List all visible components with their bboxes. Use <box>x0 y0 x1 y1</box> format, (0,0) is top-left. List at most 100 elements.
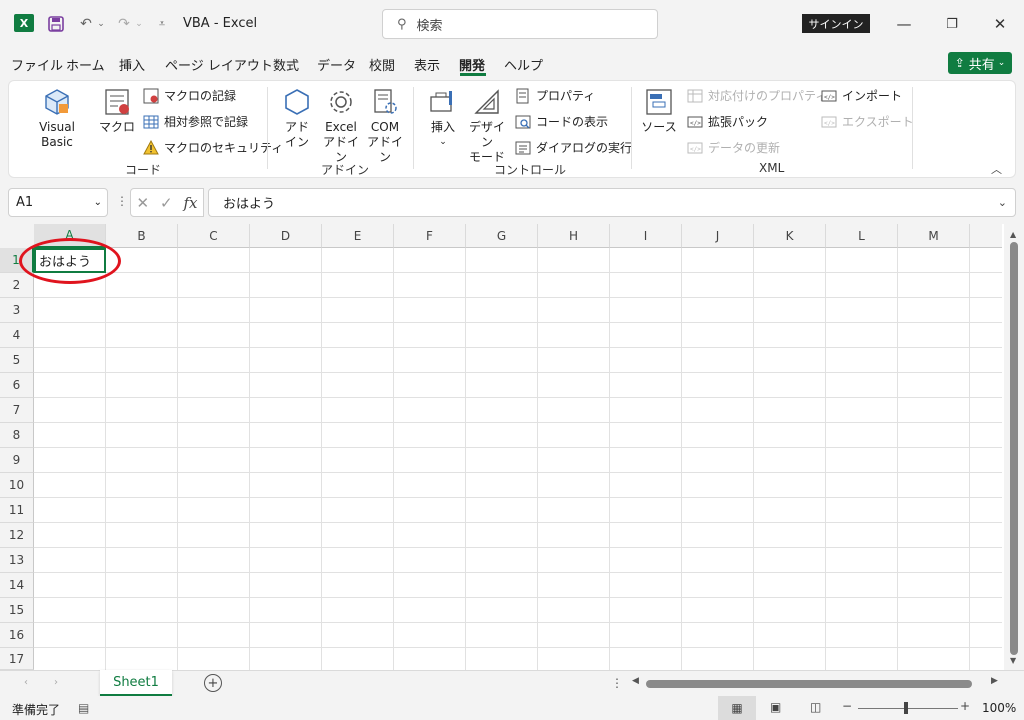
cell-area[interactable] <box>34 248 1002 670</box>
column-header[interactable]: K <box>754 224 826 248</box>
row-header[interactable]: 15 <box>0 598 34 623</box>
row-header[interactable]: 12 <box>0 523 34 548</box>
close-icon[interactable]: ✕ <box>988 12 1012 36</box>
scroll-left-icon[interactable]: ◀ <box>632 676 639 686</box>
next-sheet-icon[interactable]: › <box>54 677 58 688</box>
accessibility-icon[interactable]: ▤ <box>78 701 89 715</box>
insert-control-button[interactable]: 挿入 ⌄ <box>425 87 461 150</box>
sheet-tab[interactable]: Sheet1 <box>100 670 172 696</box>
tab-split-handle-icon[interactable]: ⋮ <box>611 676 623 690</box>
view-code-button[interactable]: コードの表示 <box>515 113 608 130</box>
row-header[interactable]: 5 <box>0 348 34 373</box>
column-header[interactable]: L <box>826 224 898 248</box>
zoom-in-icon[interactable]: + <box>960 699 970 713</box>
add-sheet-icon[interactable]: + <box>204 674 222 692</box>
page-break-view-icon[interactable]: ◫ <box>810 700 821 714</box>
column-header[interactable]: B <box>106 224 178 248</box>
row-header[interactable]: 14 <box>0 573 34 598</box>
macro-button[interactable]: マクロ <box>99 87 135 135</box>
tab-insert[interactable]: 挿入 <box>119 55 145 74</box>
xml-export-button[interactable]: </> エクスポート <box>821 113 914 130</box>
column-header[interactable]: H <box>538 224 610 248</box>
design-mode-button[interactable]: デザイン モード <box>465 87 509 165</box>
collapse-ribbon-icon[interactable]: ︿ <box>991 161 1002 177</box>
scroll-down-icon[interactable]: ▼ <box>1010 656 1016 665</box>
normal-view-icon[interactable]: ▦ <box>718 696 756 720</box>
properties-button[interactable]: プロパティ <box>515 87 595 104</box>
scroll-right-icon[interactable]: ▶ <box>991 676 998 686</box>
xml-source-button[interactable]: ソース <box>641 87 677 135</box>
vertical-scroll-thumb[interactable] <box>1010 242 1018 655</box>
tab-formulas[interactable]: 数式 <box>273 55 299 74</box>
insert-function-icon[interactable]: fx <box>184 194 198 212</box>
column-header[interactable]: M <box>898 224 970 248</box>
row-header[interactable]: 7 <box>0 398 34 423</box>
zoom-level[interactable]: 100% <box>982 701 1016 715</box>
expand-formula-icon[interactable]: ⌄ <box>998 196 1007 209</box>
row-header[interactable]: 9 <box>0 448 34 473</box>
expansion-packs-button[interactable]: </> 拡張パック <box>687 113 768 130</box>
com-addins-button[interactable]: COM アドイン <box>365 87 405 165</box>
signin-button[interactable]: サインイン <box>802 14 870 33</box>
search-input[interactable]: ⚲ 検索 <box>382 9 658 39</box>
row-header[interactable]: 4 <box>0 323 34 348</box>
cancel-icon[interactable]: ✕ <box>136 194 149 212</box>
column-header[interactable]: E <box>322 224 394 248</box>
column-header[interactable]: D <box>250 224 322 248</box>
restore-icon[interactable]: ❐ <box>940 12 964 36</box>
tab-review[interactable]: 校閲 <box>369 55 395 74</box>
zoom-slider-track[interactable] <box>858 708 958 709</box>
row-header[interactable]: 2 <box>0 273 34 298</box>
tab-developer[interactable]: 開発 <box>459 55 485 74</box>
redo-dropdown-icon[interactable]: ⌄ <box>134 14 144 34</box>
zoom-slider-thumb[interactable] <box>904 702 908 714</box>
tab-data[interactable]: データ <box>317 55 356 74</box>
column-header[interactable]: J <box>682 224 754 248</box>
tab-view[interactable]: 表示 <box>414 55 440 74</box>
more-options-icon[interactable]: ⋮ <box>116 194 128 208</box>
row-header[interactable]: 13 <box>0 548 34 573</box>
tab-help[interactable]: ヘルプ <box>504 55 543 74</box>
visual-basic-button[interactable]: Visual Basic <box>23 87 91 150</box>
undo-icon[interactable]: ↶ <box>76 14 96 34</box>
row-header[interactable]: 3 <box>0 298 34 323</box>
enter-icon[interactable]: ✓ <box>160 194 173 212</box>
column-header[interactable]: I <box>610 224 682 248</box>
map-properties-button[interactable]: 対応付けのプロパティ <box>687 87 827 104</box>
run-dialog-button[interactable]: ダイアログの実行 <box>515 139 632 156</box>
relative-reference-button[interactable]: 相対参照で記録 <box>143 113 248 130</box>
column-header[interactable]: F <box>394 224 466 248</box>
run-dialog-icon <box>515 140 531 156</box>
row-header[interactable]: 11 <box>0 498 34 523</box>
save-icon[interactable] <box>46 14 66 34</box>
excel-addins-button[interactable]: Excel アドイン <box>321 87 361 165</box>
minimize-icon[interactable]: — <box>892 12 916 36</box>
xml-import-button[interactable]: </> インポート <box>821 87 902 104</box>
share-button[interactable]: ⇪ 共有 ⌄ <box>948 52 1012 74</box>
row-header[interactable]: 10 <box>0 473 34 498</box>
horizontal-scroll-thumb[interactable] <box>646 680 972 688</box>
column-header-partial[interactable] <box>970 224 1002 248</box>
formula-input[interactable]: おはよう ⌄ <box>208 188 1016 217</box>
prev-sheet-icon[interactable]: ‹ <box>24 677 28 688</box>
name-box[interactable]: A1 ⌄ <box>8 188 108 217</box>
addins-button[interactable]: アド イン <box>279 87 315 150</box>
tab-file[interactable]: ファイル <box>11 55 63 74</box>
customize-toolbar-icon[interactable]: ⩡ <box>154 14 170 34</box>
tab-page-layout[interactable]: ページ レイアウト <box>165 55 273 74</box>
refresh-data-button[interactable]: </> データの更新 <box>687 139 780 156</box>
page-layout-view-icon[interactable]: ▣ <box>770 700 781 714</box>
row-header[interactable]: 16 <box>0 623 34 648</box>
column-header[interactable]: C <box>178 224 250 248</box>
undo-dropdown-icon[interactable]: ⌄ <box>96 14 106 34</box>
row-header[interactable]: 6 <box>0 373 34 398</box>
tab-home[interactable]: ホーム <box>66 55 105 74</box>
row-header[interactable]: 17 <box>0 648 34 670</box>
redo-icon[interactable]: ↷ <box>114 14 134 34</box>
macro-security-button[interactable]: マクロのセキュリティ <box>143 139 283 156</box>
row-header[interactable]: 8 <box>0 423 34 448</box>
zoom-out-icon[interactable]: − <box>842 699 852 713</box>
scroll-up-icon[interactable]: ▲ <box>1010 230 1016 239</box>
record-macro-button[interactable]: マクロの記録 <box>143 87 236 104</box>
column-header[interactable]: G <box>466 224 538 248</box>
